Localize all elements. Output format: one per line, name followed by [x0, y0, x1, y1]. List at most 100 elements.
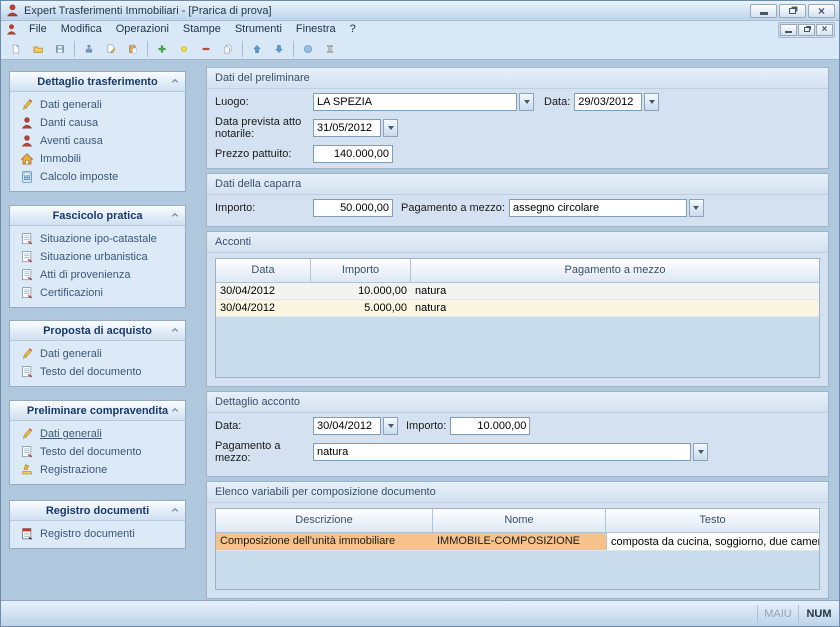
acconto-pagamento-dropdown-button[interactable]: [693, 443, 708, 461]
menu-strumenti[interactable]: Strumenti: [228, 21, 289, 38]
panel-header[interactable]: Proposta di acquisto: [10, 321, 185, 341]
sidebar-item-label: Dati generali: [40, 428, 102, 440]
sidebar-item-immobili[interactable]: Immobili: [10, 150, 185, 168]
globe-icon: [303, 41, 313, 57]
remove-button[interactable]: [195, 39, 217, 59]
table-row[interactable]: 30/04/2012 10.000,00 natura: [216, 283, 819, 300]
column-header-testo[interactable]: Testo: [606, 509, 819, 533]
sidebar-item-dati-generali[interactable]: Dati generali: [10, 96, 185, 114]
add-button[interactable]: [151, 39, 173, 59]
restore-button[interactable]: [779, 4, 806, 18]
sidebar-item-label: Registrazione: [40, 464, 107, 476]
cell-nome: IMMOBILE-COMPOSIZIONE: [433, 533, 606, 550]
panel-header[interactable]: Preliminare compravendita: [10, 401, 185, 421]
paste-button[interactable]: [122, 39, 144, 59]
close-icon: ×: [822, 25, 828, 35]
menu-operazioni[interactable]: Operazioni: [109, 21, 176, 38]
move-up-button[interactable]: [246, 39, 268, 59]
modify-button[interactable]: [173, 39, 195, 59]
open-folder-button[interactable]: [27, 39, 49, 59]
menu-file[interactable]: File: [22, 21, 54, 38]
chevron-down-icon: [388, 126, 394, 130]
pagamento-dropdown-button[interactable]: [689, 199, 704, 217]
document-window-icon: [5, 23, 18, 36]
sidebar-item-situazione-urbanistica[interactable]: Situazione urbanistica: [10, 248, 185, 266]
column-header-descrizione[interactable]: Descrizione: [216, 509, 433, 533]
acconto-importo-input[interactable]: 10.000,00: [450, 417, 530, 435]
menu-finestra[interactable]: Finestra: [289, 21, 343, 38]
sidebar-item-registro-documenti[interactable]: Registro documenti: [10, 525, 185, 543]
data-dropdown-button[interactable]: [644, 93, 659, 111]
stamp-icon: [20, 463, 34, 477]
data-prevista-dropdown-button[interactable]: [383, 119, 398, 137]
column-header-nome[interactable]: Nome: [433, 509, 606, 533]
importo-input[interactable]: 50.000,00: [313, 199, 393, 217]
copy-document-button[interactable]: [217, 39, 239, 59]
sidebar-item-registrazione[interactable]: Registrazione: [10, 461, 185, 479]
luogo-dropdown-button[interactable]: [519, 93, 534, 111]
panel-proposta-di-acquisto: Proposta di acquisto Dati generali Testo…: [9, 320, 186, 387]
column-header-data[interactable]: Data: [216, 259, 311, 283]
cell-testo[interactable]: composta da cucina, soggiorno, due camer…: [606, 533, 820, 550]
menu-stampe[interactable]: Stampe: [176, 21, 228, 38]
save-button[interactable]: [49, 39, 71, 59]
column-header-importo[interactable]: Importo: [311, 259, 411, 283]
menu-help[interactable]: ?: [343, 21, 363, 38]
panel-registro-documenti: Registro documenti Registro documenti: [9, 500, 186, 549]
column-header-pagamento[interactable]: Pagamento a mezzo: [411, 259, 819, 283]
sidebar-item-situazione-ipo-catastale[interactable]: Situazione ipo-catastale: [10, 230, 185, 248]
mdi-minimize-button[interactable]: [780, 24, 797, 36]
cell-pagamento: natura: [411, 283, 819, 299]
pagamento-label: Pagamento a mezzo:: [401, 202, 505, 214]
luogo-input[interactable]: LA SPEZIA: [313, 93, 517, 111]
person-icon: [20, 116, 34, 130]
table-row[interactable]: 30/04/2012 5.000,00 natura: [216, 300, 819, 317]
sidebar-item-proposta-testo-documento[interactable]: Testo del documento: [10, 363, 185, 381]
sidebar-item-preliminare-testo-documento[interactable]: Testo del documento: [10, 443, 185, 461]
sidebar-item-calcolo-imposte[interactable]: Calcolo imposte: [10, 168, 185, 186]
legal-column-button[interactable]: [319, 39, 341, 59]
group-title: Dati della caparra: [207, 174, 828, 195]
group-dati-preliminare: Dati del preliminare Luogo: LA SPEZIA Da…: [206, 67, 829, 169]
status-bar: MAIU NUM: [1, 600, 839, 626]
person-icon: [20, 134, 34, 148]
data-prevista-input[interactable]: 31/05/2012: [313, 119, 381, 137]
group-title: Dettaglio acconto: [207, 392, 828, 413]
cell-descrizione: Composizione dell'unità immobiliare: [216, 533, 433, 550]
sidebar-item-label: Dati generali: [40, 348, 102, 360]
cell-importo: 10.000,00: [311, 283, 411, 299]
sidebar-item-preliminare-dati-generali[interactable]: Dati generali: [10, 425, 185, 443]
edit-document-button[interactable]: [100, 39, 122, 59]
close-button[interactable]: ×: [808, 4, 835, 18]
acconto-pagamento-input[interactable]: natura: [313, 443, 691, 461]
sidebar-item-danti-causa[interactable]: Danti causa: [10, 114, 185, 132]
sidebar-item-certificazioni[interactable]: Certificazioni: [10, 284, 185, 302]
panel-header[interactable]: Dettaglio trasferimento: [10, 72, 185, 92]
acconti-table-header: Data Importo Pagamento a mezzo: [216, 259, 819, 283]
stamp-button[interactable]: [78, 39, 100, 59]
acconto-data-dropdown-button[interactable]: [383, 417, 398, 435]
panel-dettaglio-trasferimento: Dettaglio trasferimento Dati generali Da…: [9, 71, 186, 192]
panel-title: Proposta di acquisto: [43, 325, 152, 337]
panel-header[interactable]: Registro documenti: [10, 501, 185, 521]
data-prevista-label: Data prevista atto notarile:: [215, 116, 313, 140]
sidebar-item-proposta-dati-generali[interactable]: Dati generali: [10, 345, 185, 363]
panel-title: Fascicolo pratica: [53, 210, 143, 222]
menu-modifica[interactable]: Modifica: [54, 21, 109, 38]
data-input[interactable]: 29/03/2012: [574, 93, 642, 111]
sidebar-item-aventi-causa[interactable]: Aventi causa: [10, 132, 185, 150]
group-elenco-variabili: Elenco variabili per composizione docume…: [206, 481, 829, 599]
sidebar-item-atti-di-provenienza[interactable]: Atti di provenienza: [10, 266, 185, 284]
pagamento-input[interactable]: assegno circolare: [509, 199, 687, 217]
sidebar-item-label: Registro documenti: [40, 528, 135, 540]
acconto-data-input[interactable]: 30/04/2012: [313, 417, 381, 435]
new-document-button[interactable]: [5, 39, 27, 59]
prezzo-input[interactable]: 140.000,00: [313, 145, 393, 163]
panel-header[interactable]: Fascicolo pratica: [10, 206, 185, 226]
mdi-close-button[interactable]: ×: [816, 24, 833, 36]
help-button[interactable]: [297, 39, 319, 59]
table-row-selected[interactable]: Composizione dell'unità immobiliare IMMO…: [216, 533, 819, 551]
mdi-restore-button[interactable]: [798, 24, 815, 36]
move-down-button[interactable]: [268, 39, 290, 59]
minimize-button[interactable]: [750, 4, 777, 18]
